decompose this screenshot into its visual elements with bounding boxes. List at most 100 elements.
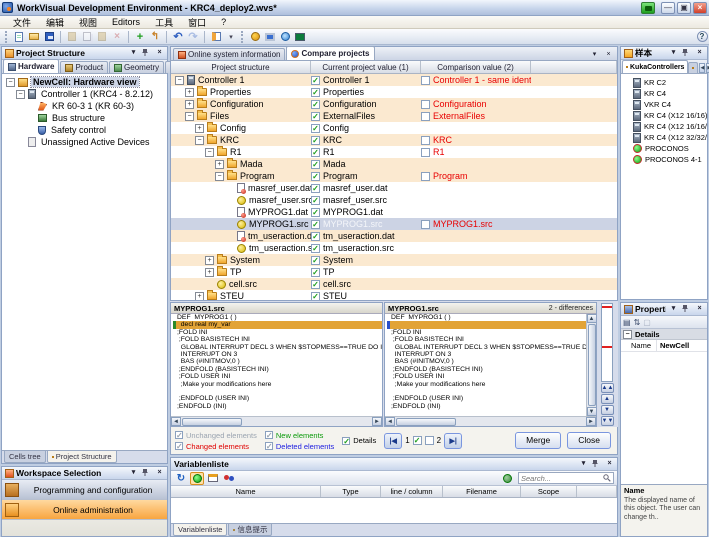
toolbar-grip[interactable] xyxy=(5,31,9,43)
table-row-properties[interactable]: +Properties✓Properties xyxy=(171,86,617,98)
remove-button[interactable]: ↰ xyxy=(148,30,162,44)
table-row-files[interactable]: −Files✓ExternalFiles✓ExternalFiles xyxy=(171,110,617,122)
column-header-comparison-value-2[interactable]: Comparison value (2) xyxy=(421,61,531,73)
current-value-checkbox[interactable]: ✓ xyxy=(311,184,320,193)
current-value-checkbox[interactable]: ✓ xyxy=(311,160,320,169)
diff-right-hscrollbar[interactable]: ◄► xyxy=(385,416,596,426)
property-field-name[interactable]: NameNewCell xyxy=(621,340,707,352)
expander-icon[interactable]: + xyxy=(205,256,214,265)
table-row-configuration[interactable]: +Configuration✓Configuration✓Configurati… xyxy=(171,98,617,110)
undo-button[interactable]: ↶ xyxy=(171,30,185,44)
workspace-item-programming-and-configuration[interactable]: Programming and configuration xyxy=(2,480,167,500)
current-value-checkbox[interactable]: ✓ xyxy=(311,256,320,265)
panel-menu-icon[interactable]: ▾ xyxy=(128,468,139,478)
expander-icon[interactable]: − xyxy=(6,78,15,87)
details-group[interactable]: − Details xyxy=(621,329,707,340)
first-diff-nav-button[interactable]: |◀ xyxy=(384,433,402,449)
panel-menu-icon[interactable]: ▾ xyxy=(668,304,679,314)
catalog-tab-scroll-left[interactable]: ◀ xyxy=(699,63,705,73)
table-row-config[interactable]: +Config✓Config xyxy=(171,122,617,134)
table-row-tm-useraction-src[interactable]: tm_useraction.src✓tm_useraction.src xyxy=(171,242,617,254)
diff-overview-bar[interactable] xyxy=(601,303,613,382)
paste-button[interactable] xyxy=(95,30,109,44)
search-icon[interactable] xyxy=(603,474,611,482)
tree-item-unassigned-active-devices[interactable]: Unassigned Active Devices xyxy=(2,136,167,148)
key-button[interactable] xyxy=(248,30,262,44)
table-row-tm-useraction-dat[interactable]: tm_useraction.dat✓tm_useraction.dat xyxy=(171,230,617,242)
pin-icon[interactable] xyxy=(591,459,602,469)
menu-item-item[interactable]: 文件 xyxy=(6,16,38,29)
table-row-system[interactable]: +System✓System xyxy=(171,254,617,266)
panel-menu-icon[interactable]: ▾ xyxy=(668,48,679,58)
expander-icon[interactable]: + xyxy=(185,88,194,97)
last-difference-button[interactable]: ▼▼ xyxy=(601,416,614,426)
new-project-button[interactable] xyxy=(12,30,26,44)
expander-icon[interactable]: − xyxy=(205,148,214,157)
comparison-value-checkbox[interactable]: ✓ xyxy=(421,220,430,229)
menu-item-item[interactable]: ? xyxy=(214,17,233,27)
unchanged-elements-checkbox[interactable]: ✓Unchanged elements xyxy=(175,431,257,440)
column-header-current-project-value-1[interactable]: Current project value (1) xyxy=(311,61,421,73)
table-row-tp[interactable]: +TP✓TP xyxy=(171,266,617,278)
expander-icon[interactable]: + xyxy=(195,124,204,133)
comparison-value-checkbox[interactable]: ✓ xyxy=(421,136,430,145)
table-row-steu[interactable]: +STEU✓STEU xyxy=(171,290,617,300)
add-button[interactable]: + xyxy=(133,30,147,44)
catalog-item-kr-c2[interactable]: KR C2 xyxy=(625,77,707,88)
minimize-button[interactable]: — xyxy=(661,2,675,14)
current-value-checkbox[interactable]: ✓ xyxy=(311,196,320,205)
open-project-button[interactable] xyxy=(27,30,41,44)
current-value-checkbox[interactable]: ✓ xyxy=(311,220,320,229)
close-panel-icon[interactable]: × xyxy=(694,48,705,58)
tab-product[interactable]: Product xyxy=(60,61,108,73)
search-input[interactable] xyxy=(521,474,603,483)
current-value-checkbox[interactable]: ✓ xyxy=(311,136,320,145)
categorized-icon[interactable]: ▤ xyxy=(623,318,631,327)
window-icon[interactable] xyxy=(206,472,220,485)
network-button[interactable] xyxy=(278,30,292,44)
doc-tab-compare-projects[interactable]: Compare projects xyxy=(286,46,374,60)
menu-item-item[interactable]: 编辑 xyxy=(39,16,71,29)
diff-left-code[interactable]: DEF MYPROG1 ( ) decl real my_var;FOLD IN… xyxy=(171,314,382,416)
details-checkbox[interactable]: ✓Details xyxy=(342,436,376,445)
menu-item-item[interactable]: 视图 xyxy=(72,16,104,29)
expander-icon[interactable]: + xyxy=(185,100,194,109)
column-header-name[interactable]: Name xyxy=(171,486,321,497)
doc-tabs-menu-icon[interactable]: ▾ xyxy=(589,50,600,60)
expander-icon[interactable]: − xyxy=(16,90,25,99)
bottom-tab-project-structure[interactable]: Project Structure xyxy=(47,451,117,463)
column-header-line-column[interactable]: line / column xyxy=(381,486,443,497)
new-elements-checkbox[interactable]: ✓New elements xyxy=(265,431,334,440)
diff-left-hscrollbar[interactable]: ◄► xyxy=(171,416,382,426)
comparison-value-checkbox[interactable]: ✓ xyxy=(421,100,430,109)
catalog-item-proconos-4-1[interactable]: PROCONOS 4-1 xyxy=(625,154,707,165)
menu-item-item[interactable]: 窗口 xyxy=(181,16,213,29)
pin-icon[interactable] xyxy=(681,48,692,58)
tree-item-controller-1-krc4-8-2-12[interactable]: −Controller 1 (KRC4 - 8.2.12) xyxy=(2,88,167,100)
panel-menu-icon[interactable]: ▾ xyxy=(578,459,589,469)
current-value-checkbox[interactable]: ✓ xyxy=(311,100,320,109)
table-row-r1[interactable]: −R1✓R1✓R1 xyxy=(171,146,617,158)
tree-item-bus-structure[interactable]: Bus structure xyxy=(2,112,167,124)
diff-right-code[interactable]: DEF MYPROG1 ( ) ;FOLD INI ;FOLD BASISTEC… xyxy=(385,314,586,416)
menu-item-item[interactable]: 工具 xyxy=(148,16,180,29)
bottom-tab-item[interactable]: 信息提示 xyxy=(228,524,272,536)
table-row-masref-user-src[interactable]: masref_user.src✓masref_user.src xyxy=(171,194,617,206)
restore-button[interactable]: ▣ xyxy=(677,2,691,14)
current-value-checkbox[interactable]: ✓ xyxy=(311,112,320,121)
pin-icon[interactable] xyxy=(681,304,692,314)
expander-icon[interactable]: − xyxy=(185,112,194,121)
comparison-value-checkbox[interactable]: ✓ xyxy=(421,112,430,121)
source-1-checkbox[interactable]: ✓ xyxy=(413,436,422,445)
help-button[interactable]: ? xyxy=(695,30,709,44)
comparison-value-checkbox[interactable]: ✓ xyxy=(421,76,430,85)
workspace-item-online-administration[interactable]: Online administration xyxy=(2,500,167,520)
close-button[interactable]: × xyxy=(693,2,707,14)
table-row-myprog1-dat[interactable]: MYPROG1.dat✓MYPROG1.dat xyxy=(171,206,617,218)
comparison-value-checkbox[interactable]: ✓ xyxy=(421,172,430,181)
variablenliste-body[interactable] xyxy=(171,498,617,523)
pin-icon[interactable] xyxy=(141,468,152,478)
toolbar-grip2[interactable] xyxy=(241,31,245,43)
tab-kukacontrollers[interactable]: KukaControllers xyxy=(622,60,688,73)
last-diff-nav-button[interactable]: ▶| xyxy=(444,433,462,449)
